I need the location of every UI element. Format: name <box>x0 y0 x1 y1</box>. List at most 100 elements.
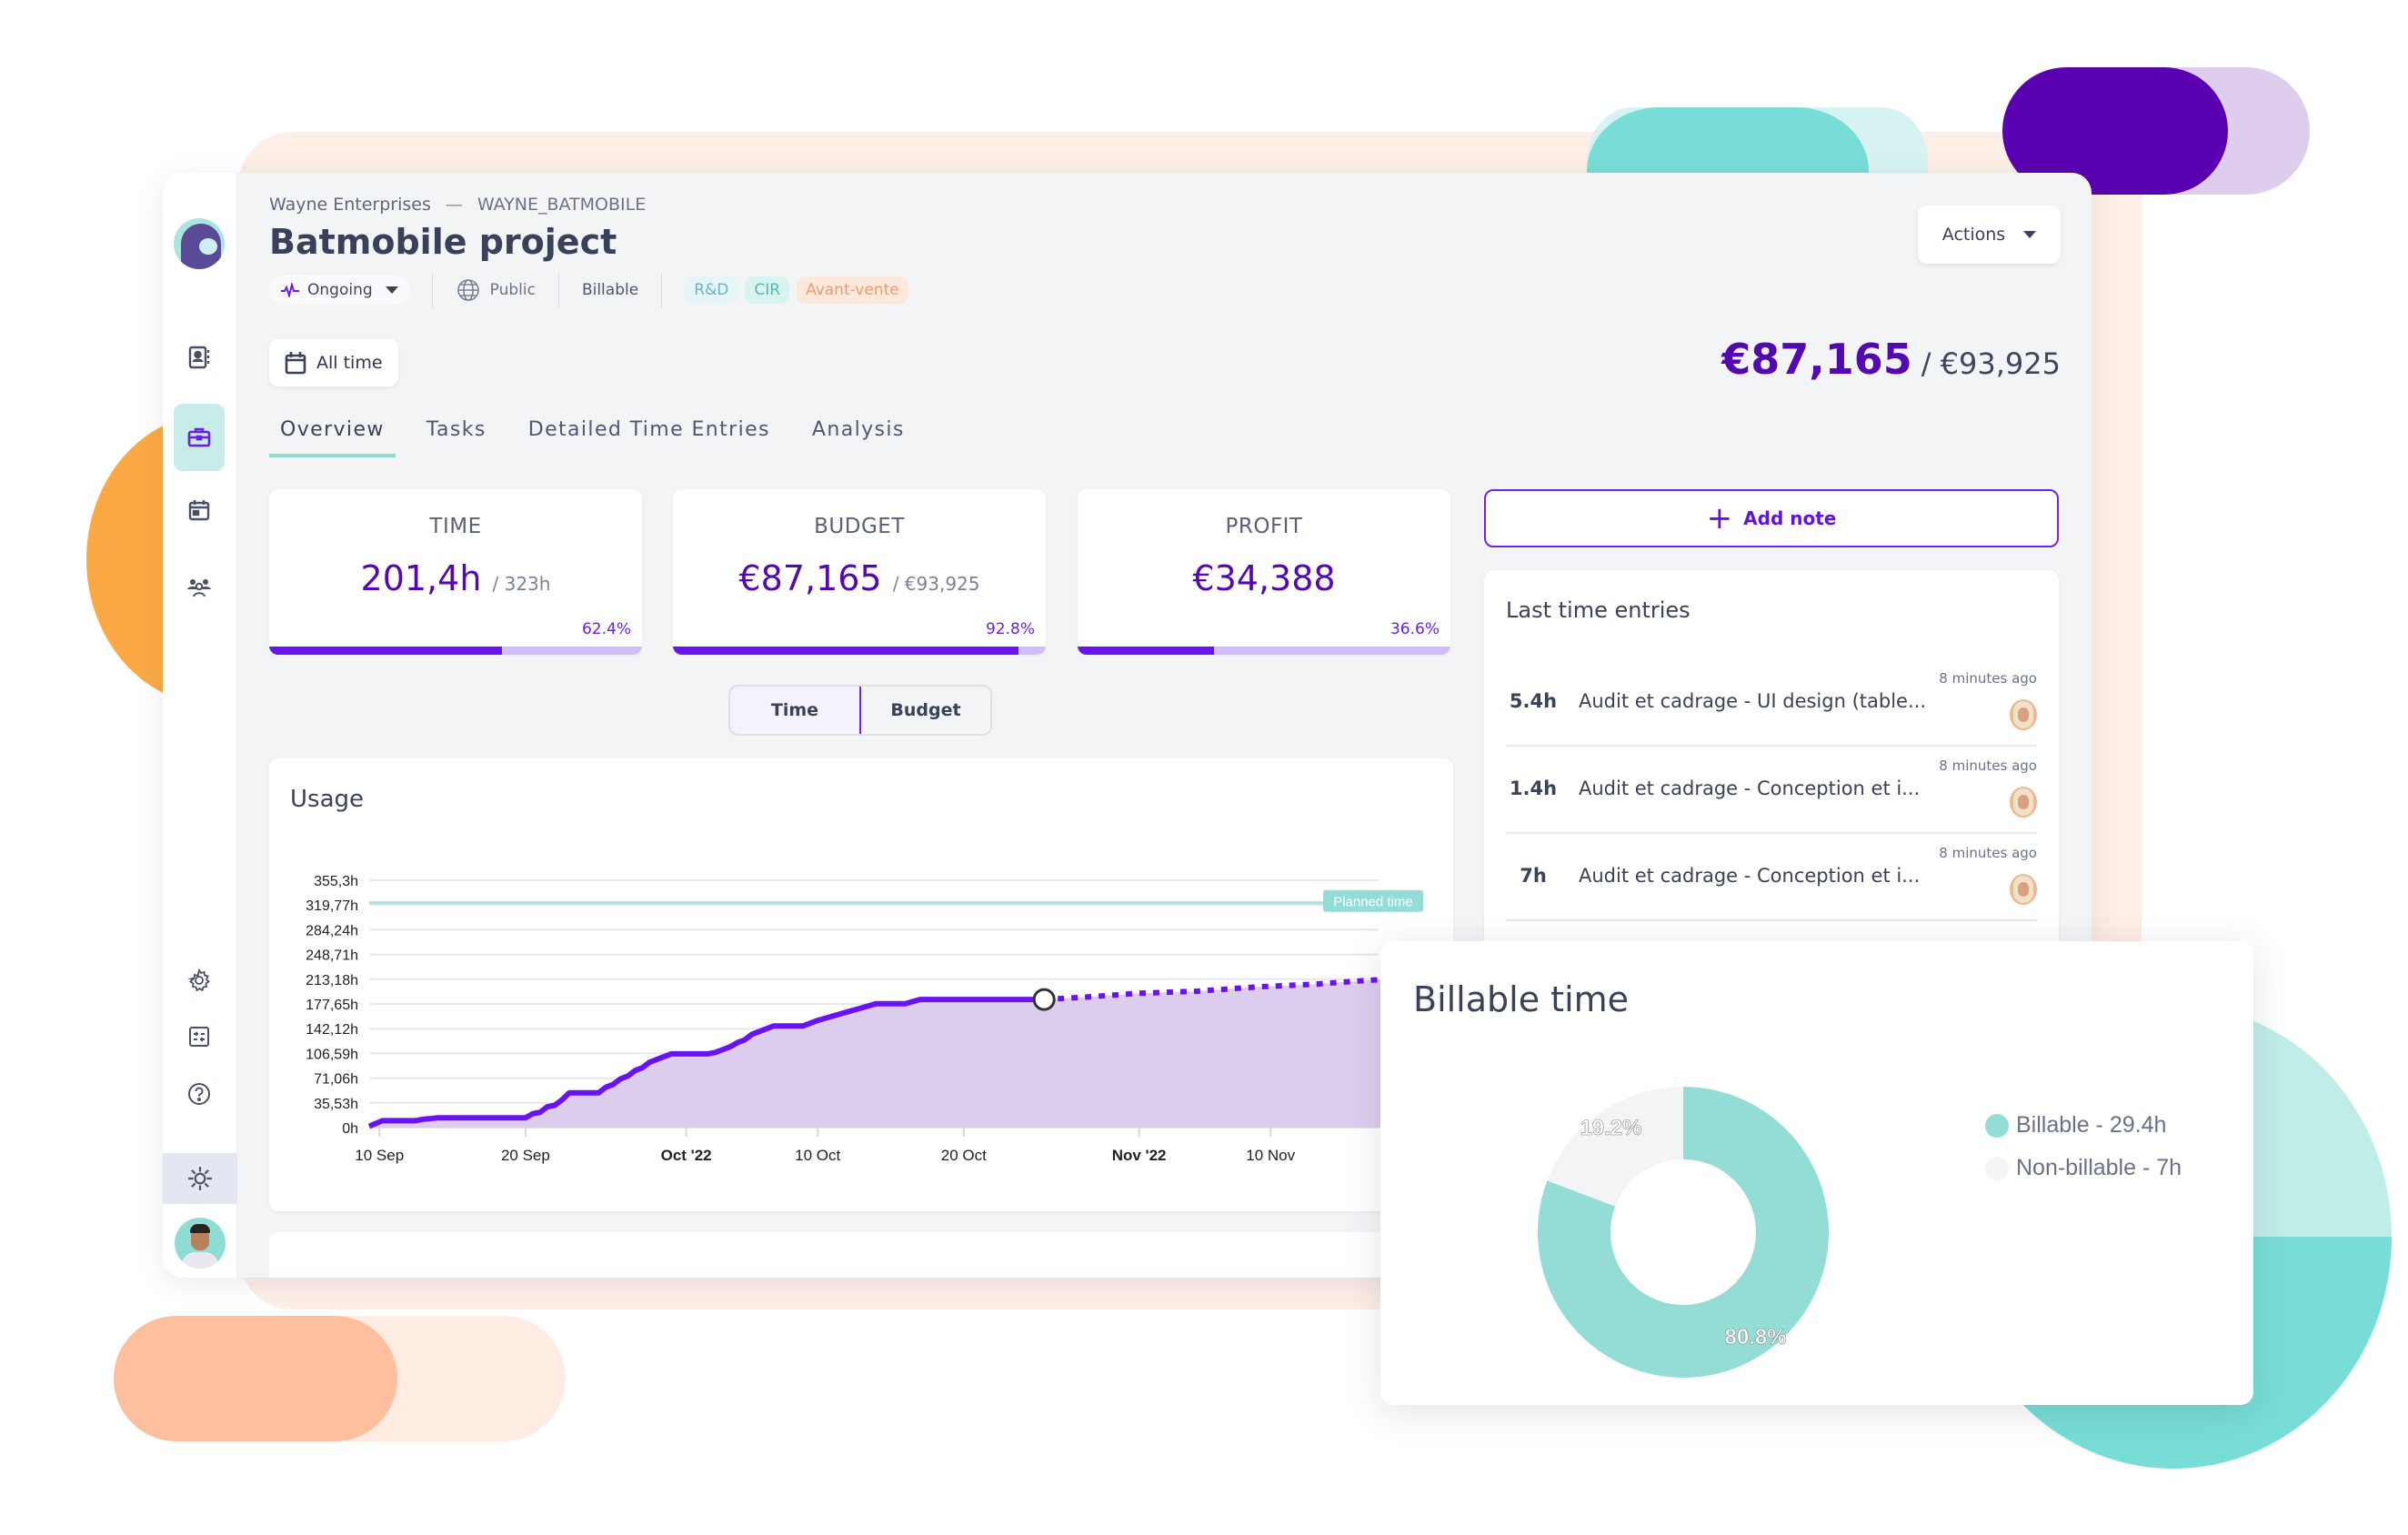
y-tick-label: 248,71h <box>306 948 358 964</box>
x-tick-label: Nov '22 <box>1112 1147 1167 1164</box>
sidebar <box>163 173 237 1278</box>
tab-detailed-time-entries[interactable]: Detailed Time Entries <box>517 418 781 457</box>
kpi-value: €34,388 <box>1078 558 1450 598</box>
user-avatar[interactable] <box>175 1218 226 1269</box>
chevron-down-icon <box>2023 231 2037 238</box>
time-entry-row[interactable]: 7h Audit et cadrage - Conception et i...… <box>1506 834 2037 921</box>
sun-icon <box>188 1167 212 1190</box>
breadcrumb-project-code: WAYNE_BATMOBILE <box>477 195 647 215</box>
tag-cir[interactable]: CIR <box>745 276 790 304</box>
kpi-progress-fill <box>673 647 1019 655</box>
kpi-progress-fill <box>1078 647 1215 655</box>
legend-item-billable[interactable]: Billable - 29.4h <box>1985 1112 2182 1139</box>
calendar-icon <box>188 500 210 521</box>
kpi-main-value: €34,388 <box>1192 558 1336 598</box>
kpi-progress-bar <box>673 647 1046 655</box>
donut-percent-label: 80.8% <box>1724 1325 1786 1349</box>
tag-avant-vente[interactable]: Avant-vente <box>797 276 908 304</box>
sidebar-item-contacts[interactable] <box>174 332 225 383</box>
theme-toggle[interactable] <box>163 1153 237 1204</box>
budget-summary: €87,165 / €93,925 <box>1721 335 2061 384</box>
entry-description: Audit et cadrage - UI design (table... <box>1579 690 1926 712</box>
x-tick-label: 20 Sep <box>501 1147 550 1164</box>
kpi-progress-bar <box>1078 647 1450 655</box>
y-tick-label: 142,12h <box>306 1022 358 1038</box>
sidebar-item-settings[interactable] <box>174 955 225 1006</box>
y-tick-label: 284,24h <box>306 923 358 938</box>
add-note-button[interactable]: + Add note <box>1484 489 2059 547</box>
avatar-hair <box>190 1224 210 1233</box>
billable-time-card: Billable time 80.8% 19.2% Billable - 29.4… <box>1380 941 2253 1405</box>
usage-chart: 0h 35,53h 71,06h 106,59h 142,12h 177,65h 213,1… <box>306 874 1453 1164</box>
legend-swatch-non-billable <box>1985 1156 2009 1180</box>
tag-rd[interactable]: R&D <box>685 276 738 304</box>
time-entry-row[interactable]: 5.4h Audit et cadrage - UI design (table… <box>1506 659 2037 747</box>
app-logo[interactable] <box>174 218 225 269</box>
sidebar-item-help[interactable] <box>174 1068 225 1119</box>
x-tick-label: 10 Oct <box>795 1147 840 1164</box>
team-icon <box>187 579 211 597</box>
avatar-body <box>182 1252 218 1269</box>
entry-user-avatar <box>2010 699 2037 730</box>
divider <box>661 273 663 307</box>
kpi-label: BUDGET <box>814 515 905 538</box>
page-title: Batmobile project <box>269 222 617 262</box>
date-range-label: All time <box>316 353 383 373</box>
date-range-button[interactable]: All time <box>269 339 398 386</box>
globe-icon <box>457 279 479 301</box>
help-icon <box>188 1083 210 1105</box>
y-tick-label: 355,3h <box>314 874 358 889</box>
legend-item-non-billable[interactable]: Non-billable - 7h <box>1985 1155 2182 1181</box>
legend-swatch-billable <box>1985 1113 2009 1138</box>
sidebar-item-planning[interactable] <box>174 485 225 536</box>
last-time-entries-card: Last time entries 5.4h Audit et cadrage … <box>1484 570 2059 952</box>
time-entry-row[interactable]: 1.4h Audit et cadrage - Conception et i.… <box>1506 747 2037 834</box>
y-tick-label: 213,18h <box>306 973 358 988</box>
tab-analysis[interactable]: Analysis <box>801 418 916 457</box>
chart-legend: Billable - 29.4h Non-billable - 7h <box>1985 1112 2182 1198</box>
actions-dropdown-button[interactable]: Actions <box>1918 206 2061 264</box>
actions-label: Actions <box>1941 225 2006 245</box>
billing-type[interactable]: Billable <box>582 281 638 299</box>
kpi-label: TIME <box>429 515 482 538</box>
status-dropdown[interactable]: Ongoing <box>269 276 409 305</box>
divider <box>557 273 559 307</box>
plus-icon: + <box>1706 500 1733 537</box>
visibility-indicator[interactable]: Public <box>456 277 536 303</box>
sidebar-item-projects[interactable] <box>174 404 225 471</box>
x-tick-label: 10 Nov <box>1246 1147 1295 1164</box>
sidebar-item-team[interactable] <box>174 561 225 612</box>
kpi-sub-value: / €93,925 <box>892 573 980 595</box>
y-tick-label: 106,59h <box>306 1047 358 1062</box>
add-note-label: Add note <box>1743 507 1837 529</box>
tab-tasks[interactable]: Tasks <box>416 418 497 457</box>
kpi-percent: 36.6% <box>1390 620 1440 638</box>
sidebar-item-preferences[interactable] <box>174 1011 225 1062</box>
y-tick-label: 35,53h <box>314 1097 358 1112</box>
entry-user-avatar <box>2010 874 2037 905</box>
entry-timestamp: 8 minutes ago <box>1939 757 2037 774</box>
planned-time-label: Planned time <box>1333 895 1413 910</box>
y-tick-label: 71,06h <box>314 1072 358 1088</box>
current-point-marker <box>1032 988 1056 1011</box>
entry-hours: 7h <box>1520 865 1547 887</box>
kpi-sub-value: / 323h <box>492 573 551 595</box>
briefcase-icon <box>187 427 211 447</box>
entries-title: Last time entries <box>1506 597 1691 623</box>
toggle-time[interactable]: Time <box>730 687 861 734</box>
legend-label: Non-billable - 7h <box>2016 1155 2182 1180</box>
breadcrumb-client[interactable]: Wayne Enterprises <box>269 195 431 215</box>
y-tick-label: 0h <box>342 1121 358 1137</box>
tab-overview[interactable]: Overview <box>269 418 396 457</box>
status-label: Ongoing <box>307 281 373 299</box>
entry-hours: 5.4h <box>1509 690 1558 712</box>
kpi-value: 201,4h / 323h <box>269 558 642 598</box>
toggle-budget[interactable]: Budget <box>861 687 990 734</box>
kpi-card-profit: PROFIT €34,388 36.6% <box>1078 489 1450 655</box>
project-meta-row: Ongoing Public Billable R&D CIR Avant-ve… <box>269 272 916 308</box>
activity-pulse-icon <box>281 283 299 297</box>
entry-description: Audit et cadrage - Conception et i... <box>1579 778 1921 799</box>
budget-total: / €93,925 <box>1921 346 2061 381</box>
x-tick-label: Oct '22 <box>661 1147 712 1164</box>
legend-label: Billable - 29.4h <box>2016 1112 2167 1138</box>
